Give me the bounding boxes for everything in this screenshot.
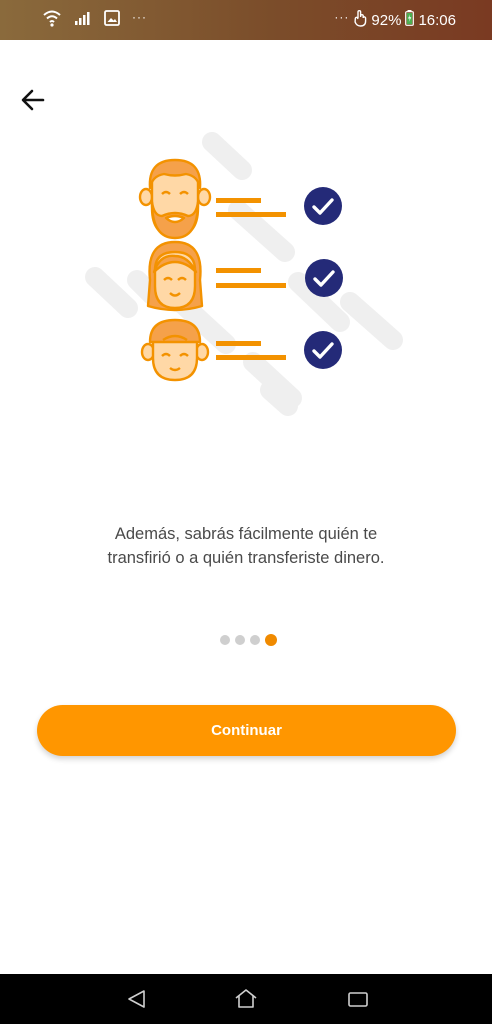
nav-recents-button[interactable]	[345, 987, 371, 1011]
status-more-indicator: ···	[132, 10, 147, 24]
onboarding-description: Además, sabrás fácilmente quién te trans…	[40, 522, 452, 570]
signal-icon	[74, 10, 92, 30]
page-dot	[250, 635, 260, 645]
recents-icon	[348, 992, 368, 1007]
battery-percent: 92%	[371, 11, 402, 29]
description-line: transfirió o a quién transferiste dinero…	[107, 549, 385, 567]
status-bar: ··· ··· 92% 16:06	[0, 0, 492, 40]
status-right-icons: ··· 92% 16:06	[334, 10, 456, 30]
text-line-icon	[216, 341, 261, 346]
page-dot	[220, 635, 230, 645]
page-dot	[235, 635, 245, 645]
nav-home-button[interactable]	[233, 987, 259, 1011]
verified-contacts-illustration	[80, 130, 420, 430]
text-line-icon	[216, 268, 261, 273]
arrow-left-icon	[21, 89, 45, 111]
status-left-icons: ···	[42, 10, 147, 30]
clock: 16:06	[418, 11, 456, 29]
back-triangle-icon	[128, 990, 145, 1008]
bearded-man-avatar	[138, 158, 212, 240]
continue-button[interactable]: Continuar	[37, 705, 456, 756]
text-line-icon	[216, 355, 286, 360]
nav-back-button[interactable]	[124, 987, 150, 1011]
continue-button-label: Continuar	[211, 722, 282, 739]
page-indicator	[220, 634, 277, 646]
woman-avatar	[146, 240, 204, 312]
text-line-icon	[216, 212, 286, 217]
system-navigation-bar	[0, 974, 492, 1024]
battery-icon	[405, 10, 415, 30]
description-line: Además, sabrás fácilmente quién te	[114, 525, 378, 543]
image-notification-icon	[104, 10, 120, 30]
background-shapes	[85, 132, 403, 416]
back-button[interactable]	[18, 86, 50, 114]
text-line-icon	[216, 283, 286, 288]
home-icon	[235, 989, 257, 1008]
check-circle-icon	[304, 187, 342, 225]
status-dots: ···	[334, 10, 350, 24]
cap-man-avatar	[140, 318, 210, 382]
check-circle-icon	[304, 331, 342, 369]
check-circle-icon	[305, 259, 343, 297]
wifi-icon	[42, 9, 62, 31]
page-dot-active	[265, 634, 277, 646]
text-line-icon	[216, 198, 261, 203]
touch-hand-icon	[353, 9, 367, 31]
